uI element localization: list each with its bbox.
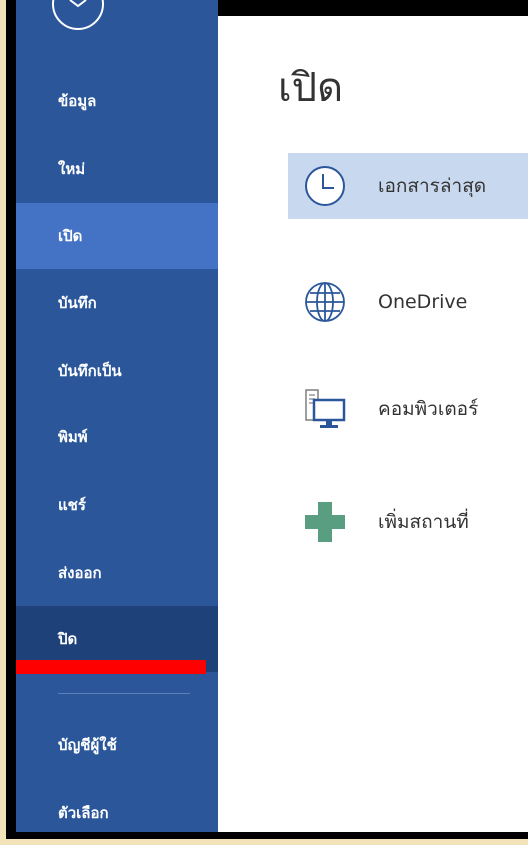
sidebar-item-print[interactable]: พิมพ์ [16,404,218,470]
annotation-underline [16,660,206,674]
place-computer[interactable]: คอมพิวเตอร์ [288,376,528,442]
sidebar-item-label: พิมพ์ [58,428,88,446]
place-onedrive[interactable]: OneDrive [288,269,528,335]
back-button[interactable] [52,0,104,30]
sidebar-item-label: ปิด [58,630,78,648]
backstage-sidebar: ข้อมูล ใหม่ เปิด บันทึก บันทึกเป็น พิมพ์… [16,0,218,832]
sidebar-item-label: ส่งออก [58,564,102,582]
sidebar-item-export[interactable]: ส่งออก [16,540,218,606]
sidebar-item-label: บันทึก [58,294,97,312]
sidebar-item-label: บันทึกเป็น [58,362,122,380]
computer-icon [300,384,350,434]
back-arrow-icon [69,0,87,8]
sidebar-divider [58,693,190,694]
sidebar-item-label: เปิด [58,227,83,245]
sidebar-item-label: บัญชีผู้ใช้ [58,736,117,754]
sidebar-item-label: ข้อมูล [58,92,97,110]
place-label: คอมพิวเตอร์ [378,398,479,420]
sidebar-item-options[interactable]: ตัวเลือก [16,780,218,832]
place-add-location[interactable]: เพิ่มสถานที่ [288,489,528,555]
sidebar-item-label: ตัวเลือก [58,804,109,822]
sidebar-item-label: ใหม่ [58,160,86,178]
sidebar-item-open[interactable]: เปิด [16,203,218,269]
open-pane: เปิด เอกสารล่าสุด OneDrive คอมพิวเตอร์ เ… [218,16,528,832]
place-recent-documents[interactable]: เอกสารล่าสุด [288,153,528,219]
sidebar-item-save-as[interactable]: บันทึกเป็น [16,338,218,404]
sidebar-item-new[interactable]: ใหม่ [16,136,218,202]
plus-icon [300,497,350,547]
place-label: OneDrive [378,291,468,313]
place-label: เอกสารล่าสุด [378,175,487,197]
globe-icon [300,277,350,327]
sidebar-item-info[interactable]: ข้อมูล [16,68,218,134]
sidebar-item-share[interactable]: แชร์ [16,472,218,538]
sidebar-item-label: แชร์ [58,496,86,514]
page-title: เปิด [278,65,344,111]
sidebar-item-account[interactable]: บัญชีผู้ใช้ [16,712,218,778]
place-label: เพิ่มสถานที่ [378,511,469,533]
clock-icon [300,161,350,211]
sidebar-item-save[interactable]: บันทึก [16,270,218,336]
